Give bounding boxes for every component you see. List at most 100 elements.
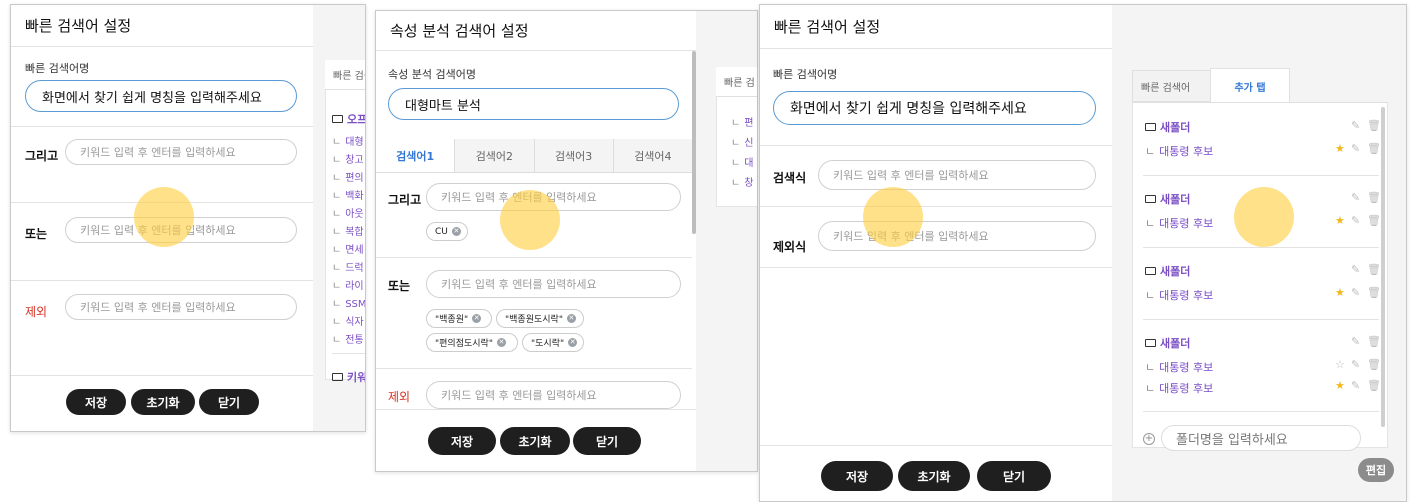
star-icon[interactable]: ★ bbox=[1335, 214, 1345, 227]
tree-box: 빠른 검색 오프 ㄴ대형 ㄴ창고 ㄴ편의 ㄴ백화 ㄴ아웃 ㄴ복합 ㄴ면세 ㄴ드럭… bbox=[325, 60, 365, 384]
delete-icon[interactable]: 🗑 bbox=[1367, 191, 1381, 204]
folder-name-input[interactable]: 폴더명을 입력하세요 bbox=[1161, 425, 1361, 451]
close-button[interactable]: 닫기 bbox=[199, 389, 259, 415]
saved-search-item[interactable]: ㄴ 대통령 후보 bbox=[1145, 215, 1213, 231]
delete-icon[interactable]: 🗑 bbox=[1367, 335, 1381, 348]
reset-button[interactable]: 초기화 bbox=[898, 461, 970, 491]
side-tab[interactable]: 빠른 검 bbox=[716, 67, 757, 97]
folder-item[interactable]: 키워 bbox=[332, 369, 365, 385]
quick-search-name-input[interactable]: 화면에서 찾기 쉽게 명칭을 입력해주세요 bbox=[773, 91, 1096, 125]
folder-icon bbox=[332, 373, 343, 381]
tab-keyword-2[interactable]: 검색어2 bbox=[455, 139, 535, 172]
add-folder-icon[interactable]: + bbox=[1143, 433, 1155, 445]
star-icon[interactable]: ★ bbox=[1335, 142, 1345, 155]
tree-item[interactable]: ㄴ 대형 bbox=[332, 133, 364, 148]
star-icon[interactable]: ★ bbox=[1335, 379, 1345, 392]
dialog-footer: 저장 초기화 닫기 bbox=[11, 375, 313, 431]
edit-icon[interactable]: ✎ bbox=[1351, 119, 1360, 132]
folder-item[interactable]: 새폴더 bbox=[1145, 119, 1190, 135]
or-label: 또는 bbox=[25, 227, 48, 241]
tree-item[interactable]: ㄴ 드럭 bbox=[332, 259, 364, 274]
edit-icon[interactable]: ✎ bbox=[1351, 214, 1360, 227]
remove-chip-icon[interactable]: ✕ bbox=[451, 227, 461, 236]
tree-item[interactable]: ㄴ 창고 bbox=[332, 151, 364, 166]
delete-icon[interactable]: 🗑 bbox=[1367, 358, 1381, 371]
saved-search-item[interactable]: ㄴ 대통령 후보 bbox=[1145, 287, 1213, 303]
name-label: 빠른 검색어명 bbox=[25, 62, 90, 75]
search-expression-label: 검색식 bbox=[773, 171, 807, 185]
tree-item[interactable]: ㄴ창 bbox=[731, 174, 753, 189]
divider bbox=[1143, 247, 1379, 248]
tree-item[interactable]: ㄴ신 bbox=[731, 134, 753, 149]
exclude-expression-input[interactable]: 키워드 입력 후 엔터를 입력하세요 bbox=[818, 221, 1096, 251]
remove-chip-icon[interactable]: ✕ bbox=[496, 338, 506, 347]
edit-button[interactable]: 편집 bbox=[1358, 458, 1394, 482]
tree-item[interactable]: ㄴ대 bbox=[731, 154, 753, 169]
keyword-chip[interactable]: CU ✕ bbox=[426, 222, 468, 241]
tree-item[interactable]: ㄴ 편의 bbox=[332, 169, 364, 184]
folder-item[interactable]: 새폴더 bbox=[1145, 263, 1190, 279]
tree-item[interactable]: ㄴ 전통 bbox=[332, 331, 364, 346]
saved-search-item[interactable]: ㄴ 대통령 후보 bbox=[1145, 380, 1213, 396]
save-button[interactable]: 저장 bbox=[66, 389, 126, 415]
star-outline-icon[interactable]: ☆ bbox=[1335, 358, 1345, 371]
tree-item[interactable]: ㄴ 식자 bbox=[332, 313, 364, 328]
tab-keyword-1[interactable]: 검색어1 bbox=[376, 139, 456, 172]
tab-keyword-3[interactable]: 검색어3 bbox=[534, 139, 614, 172]
edit-icon[interactable]: ✎ bbox=[1351, 286, 1360, 299]
delete-icon[interactable]: 🗑 bbox=[1367, 214, 1381, 227]
keyword-chip[interactable]: "도시락" ✕ bbox=[522, 333, 584, 352]
delete-icon[interactable]: 🗑 bbox=[1367, 263, 1381, 276]
attribute-search-name-input[interactable]: 대형마트 분석 bbox=[388, 88, 679, 120]
and-keyword-input[interactable]: 키워드 입력 후 엔터를 입력하세요 bbox=[65, 139, 297, 165]
exclude-keyword-input[interactable]: 키워드 입력 후 엔터를 입력하세요 bbox=[426, 381, 681, 409]
quick-search-name-input[interactable]: 화면에서 찾기 쉽게 명칭을 입력해주세요 bbox=[25, 80, 297, 112]
saved-search-item[interactable]: ㄴ 대통령 후보 bbox=[1145, 143, 1213, 159]
tree-item[interactable]: ㄴ 면세 bbox=[332, 241, 364, 256]
save-button[interactable]: 저장 bbox=[821, 461, 893, 491]
side-tab[interactable]: 빠른 검색 bbox=[325, 60, 365, 90]
edit-icon[interactable]: ✎ bbox=[1351, 263, 1360, 276]
reset-button[interactable]: 초기화 bbox=[131, 389, 195, 415]
tree-item[interactable]: ㄴ 아웃 bbox=[332, 205, 364, 220]
dialog-footer: 저장 초기화 닫기 bbox=[760, 445, 1112, 501]
keyword-tabs: 검색어1 검색어2 검색어3 검색어4 bbox=[376, 139, 692, 173]
edit-icon[interactable]: ✎ bbox=[1351, 335, 1360, 348]
edit-icon[interactable]: ✎ bbox=[1351, 358, 1360, 371]
delete-icon[interactable]: 🗑 bbox=[1367, 286, 1381, 299]
scrollbar[interactable] bbox=[1381, 107, 1385, 427]
tree-item[interactable]: ㄴ편 bbox=[731, 114, 753, 129]
search-expression-input[interactable]: 키워드 입력 후 엔터를 입력하세요 bbox=[818, 160, 1096, 190]
folder-item[interactable]: 새폴더 bbox=[1145, 335, 1190, 351]
saved-search-item[interactable]: ㄴ 대통령 후보 bbox=[1145, 359, 1213, 375]
edit-icon[interactable]: ✎ bbox=[1351, 142, 1360, 155]
folder-item[interactable]: 오프 bbox=[332, 111, 365, 127]
tree-item[interactable]: ㄴ 백화 bbox=[332, 187, 364, 202]
delete-icon[interactable]: 🗑 bbox=[1367, 379, 1381, 392]
remove-chip-icon[interactable]: ✕ bbox=[568, 338, 578, 347]
or-keyword-input[interactable]: 키워드 입력 후 엔터를 입력하세요 bbox=[426, 270, 681, 298]
side-tab-extra[interactable]: 추가 탭 bbox=[1210, 68, 1290, 103]
remove-chip-icon[interactable]: ✕ bbox=[472, 314, 482, 323]
keyword-chip[interactable]: "편의점도시락" ✕ bbox=[426, 333, 518, 352]
remove-chip-icon[interactable]: ✕ bbox=[566, 314, 576, 323]
tree-item[interactable]: ㄴ 복합 bbox=[332, 223, 364, 238]
delete-icon[interactable]: 🗑 bbox=[1367, 142, 1381, 155]
keyword-chip[interactable]: "백종원도시락" ✕ bbox=[496, 309, 584, 328]
save-button[interactable]: 저장 bbox=[428, 427, 496, 455]
edit-icon[interactable]: ✎ bbox=[1351, 379, 1360, 392]
side-tab-quick-search[interactable]: 빠른 검색어 bbox=[1132, 70, 1212, 102]
edit-icon[interactable]: ✎ bbox=[1351, 191, 1360, 204]
tree-item[interactable]: ㄴ 라이 bbox=[332, 277, 364, 292]
close-button[interactable]: 닫기 bbox=[977, 461, 1051, 491]
reset-button[interactable]: 초기화 bbox=[500, 427, 570, 455]
folder-item[interactable]: 새폴더 bbox=[1145, 191, 1190, 207]
tab-keyword-4[interactable]: 검색어4 bbox=[613, 139, 692, 172]
star-icon[interactable]: ★ bbox=[1335, 286, 1345, 299]
keyword-chip[interactable]: "백종원" ✕ bbox=[426, 309, 492, 328]
delete-icon[interactable]: 🗑 bbox=[1367, 119, 1381, 132]
close-button[interactable]: 닫기 bbox=[573, 427, 641, 455]
exclude-keyword-input[interactable]: 키워드 입력 후 엔터를 입력하세요 bbox=[65, 294, 297, 320]
right-panel: 빠른 검 ㄴ편 ㄴ신 ㄴ대 ㄴ창 bbox=[696, 11, 757, 471]
tree-item[interactable]: ㄴ SSM bbox=[332, 295, 365, 310]
